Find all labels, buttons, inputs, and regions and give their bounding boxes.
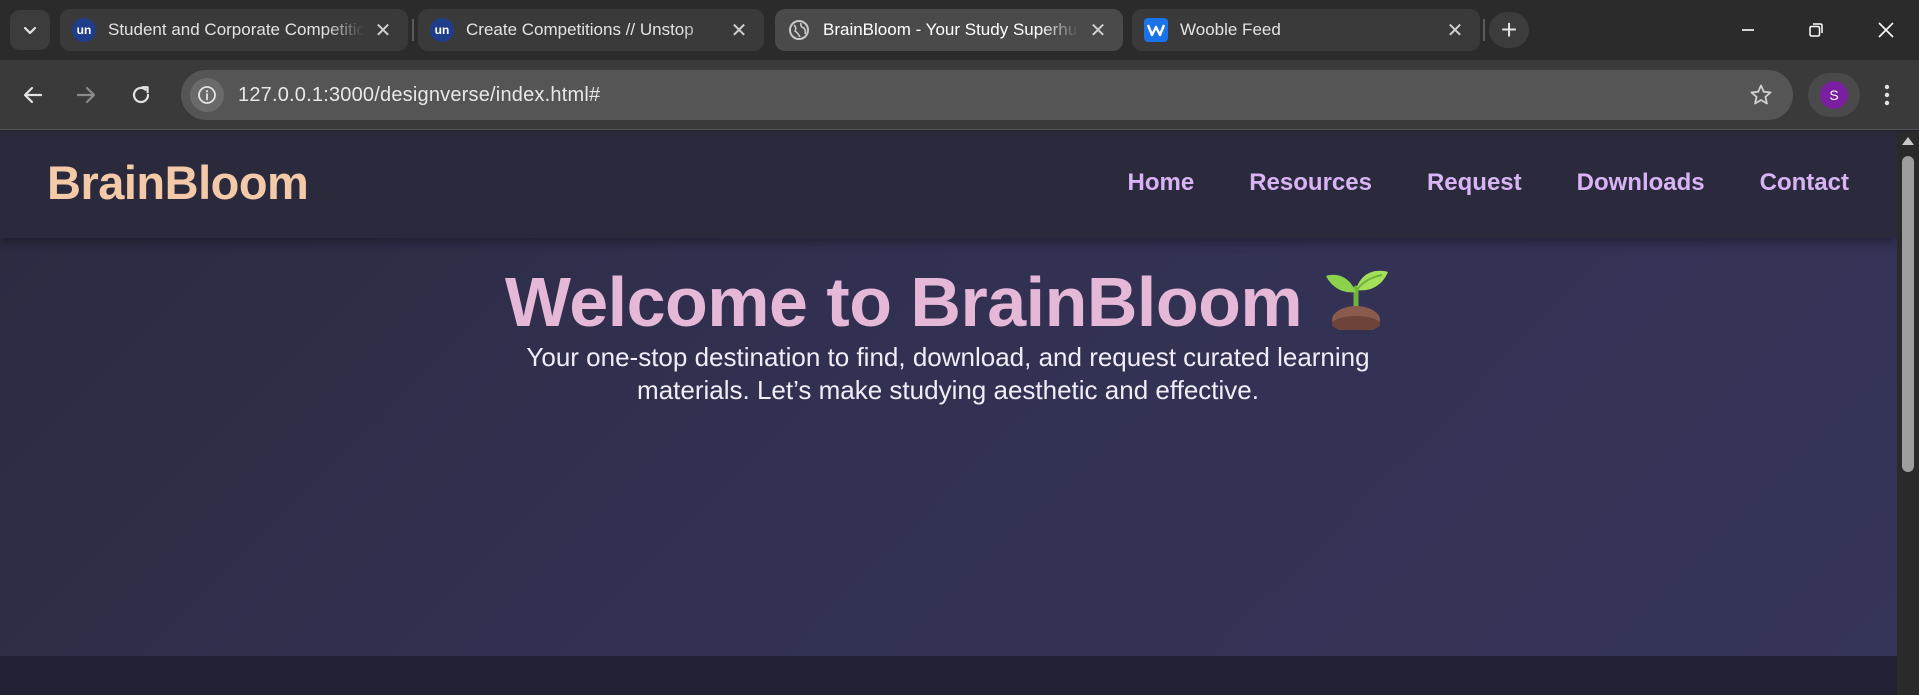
tab-wooble-feed[interactable]: Wooble Feed ✕ [1132,9,1480,51]
nav-contact[interactable]: Contact [1760,169,1849,197]
browser-toolbar: 127.0.0.1:3000/designverse/index.html# S [0,60,1919,130]
profile-button[interactable]: S [1808,73,1860,117]
back-button[interactable] [13,75,53,115]
restore-button[interactable] [1788,8,1844,52]
url-text[interactable]: 127.0.0.1:3000/designverse/index.html# [238,84,600,107]
browser-tabstrip: un Student and Corporate Competitions ✕ … [0,0,1919,60]
reload-button[interactable] [121,75,161,115]
info-icon [198,86,216,104]
chevron-down-icon [23,26,37,35]
tab-close-icon[interactable]: ✕ [1444,19,1466,42]
tab-close-icon[interactable]: ✕ [372,19,394,42]
minimize-button[interactable] [1720,8,1776,52]
hero-subtitle: Your one-stop destination to find, downl… [526,342,1370,405]
close-icon [1878,22,1894,38]
avatar: S [1820,81,1848,109]
next-section [0,656,1897,695]
nav-resources[interactable]: Resources [1249,169,1372,197]
tab-brainbloom[interactable]: BrainBloom - Your Study Superhub ✕ [775,9,1123,51]
reload-icon [132,86,150,104]
arrow-left-icon [23,86,43,104]
wooble-icon [1144,18,1168,42]
arrow-right-icon [76,86,96,104]
tab-title: BrainBloom - Your Study Superhub [823,20,1079,39]
tab-separator [412,19,414,41]
unstop-favicon-icon: un [72,18,96,42]
seedling-icon [1320,258,1392,346]
hero-title-text: Welcome to BrainBloom [504,263,1303,341]
tab-title: Wooble Feed [1180,20,1281,39]
bookmark-star-button[interactable] [1749,83,1773,112]
browser-menu-button[interactable] [1872,75,1902,115]
hero-title: Welcome to BrainBloom [0,262,1897,352]
address-bar[interactable]: 127.0.0.1:3000/designverse/index.html# [181,70,1793,120]
tab-student-competitions[interactable]: un Student and Corporate Competitions ✕ [60,9,408,51]
scroll-up-arrow-icon[interactable] [1902,137,1914,145]
minimize-icon [1742,29,1754,31]
tab-title: Create Competitions // Unstop [466,20,694,39]
more-vertical-icon [1884,84,1890,106]
page-viewport: BrainBloom Home Resources Request Downlo… [0,131,1897,695]
unstop-favicon-icon: un [430,18,454,42]
tab-separator [1483,19,1485,41]
tab-search-button[interactable] [10,10,50,50]
page-scrollbar[interactable] [1897,131,1919,695]
site-header: BrainBloom Home Resources Request Downlo… [0,131,1897,238]
tab-close-icon[interactable]: ✕ [728,19,750,42]
nav-request[interactable]: Request [1427,169,1522,197]
tab-create-competitions[interactable]: un Create Competitions // Unstop ✕ [418,9,764,51]
site-info-button[interactable] [190,78,224,112]
tab-close-icon[interactable]: ✕ [1087,19,1109,42]
new-tab-button[interactable]: + [1489,12,1529,48]
restore-icon [1809,23,1823,37]
scroll-thumb[interactable] [1902,156,1914,472]
tab-title: Student and Corporate Competitions [108,20,364,39]
globe-icon [787,18,811,42]
site-logo[interactable]: BrainBloom [47,155,309,210]
star-icon [1750,84,1772,105]
forward-button[interactable] [66,75,106,115]
close-window-button[interactable] [1858,8,1914,52]
nav-downloads[interactable]: Downloads [1577,169,1705,197]
nav-home[interactable]: Home [1128,169,1195,197]
site-nav: Home Resources Request Downloads Contact [1128,169,1849,197]
